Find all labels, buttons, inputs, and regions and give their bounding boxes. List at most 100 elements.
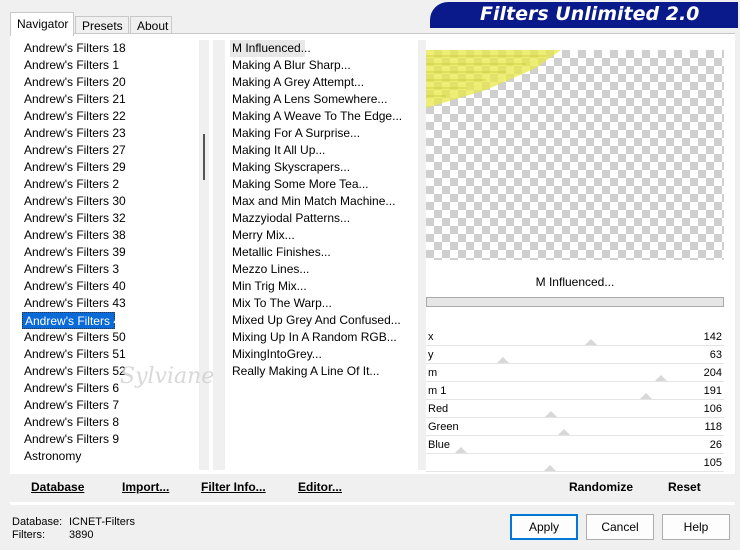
category-list-item[interactable]: Andrew's Filters 38 (22, 227, 197, 244)
slider-thumb[interactable] (640, 393, 652, 399)
category-list-item[interactable]: Andrew's Filters 39 (22, 244, 197, 261)
parameter-value: 118 (704, 421, 722, 433)
filters-count-label: Filters: (12, 529, 45, 541)
filter-list-item[interactable]: M Influenced... (230, 40, 311, 57)
parameter-slider[interactable]: m 1 191 (426, 382, 724, 400)
action-bar: Database Import... Filter Info... Editor… (10, 474, 735, 502)
parameter-value: 63 (709, 349, 722, 361)
slider-thumb[interactable] (585, 339, 597, 345)
category-list[interactable]: Andrew's Filters 18 Andrew's Filters 1 And… (22, 40, 197, 465)
editor-button[interactable]: Editor... (298, 480, 342, 494)
category-list-item[interactable]: Andrew's Filters 32 (22, 210, 197, 227)
filter-list[interactable]: M Influenced... Making A Blur Sharp... Mak… (230, 40, 425, 380)
parameter-slider[interactable]: x 142 (426, 328, 724, 346)
slider-thumb[interactable] (558, 429, 570, 435)
category-scrollbar[interactable] (199, 40, 209, 470)
filter-list-item[interactable]: Making A Lens Somewhere... (230, 91, 425, 108)
parameter-slider[interactable]: 105 (426, 454, 724, 472)
filter-list-item[interactable]: Making Some More Tea... (230, 176, 425, 193)
randomize-button[interactable]: Randomize (569, 480, 633, 494)
parameter-slider[interactable]: m 204 (426, 364, 724, 382)
filter-list-item[interactable]: Really Making A Line Of It... (230, 363, 425, 380)
import-button[interactable]: Import... (122, 480, 169, 494)
tab-navigator[interactable]: Navigator (10, 12, 74, 36)
category-list-item[interactable]: Andrew's Filters 3 (22, 261, 197, 278)
category-list-item[interactable]: Andrew's Filters 27 (22, 142, 197, 159)
category-list-item[interactable]: Andrew's Filters 2 (22, 176, 197, 193)
parameter-value: 105 (703, 457, 722, 469)
parameter-sliders: x 142 y 63 m 204 m 1 191 Red 106 Green 118 Blue 26 105 (426, 328, 724, 472)
filter-list-item[interactable]: Making A Grey Attempt... (230, 74, 425, 91)
filter-list-item[interactable]: Mixing Up In A Random RGB... (230, 329, 425, 346)
cancel-button[interactable]: Cancel (586, 514, 654, 540)
parameter-label: x (428, 331, 434, 343)
filter-list-item[interactable]: Making It All Up... (230, 142, 425, 159)
parameter-slider[interactable]: Red 106 (426, 400, 724, 418)
parameter-slider[interactable]: Green 118 (426, 418, 724, 436)
category-list-item[interactable]: Astronomy (22, 448, 197, 465)
banner-title: Filters Unlimited 2.0 (480, 3, 700, 25)
filter-list-item[interactable]: Making For A Surprise... (230, 125, 425, 142)
filter-list-item[interactable]: Mix To The Warp... (230, 295, 425, 312)
category-list-item[interactable]: Andrew's Filters 1 (22, 57, 197, 74)
category-list-item[interactable]: Andrew's Filters 30 (22, 193, 197, 210)
filter-list-item[interactable]: Mazzyiodal Patterns... (230, 210, 425, 227)
parameter-value: 142 (703, 331, 722, 343)
category-list-item[interactable]: Andrew's Filters 47 (22, 312, 127, 329)
parameter-label: m 1 (428, 385, 447, 397)
filter-list-item[interactable]: Merry Mix... (230, 227, 425, 244)
filter-list-item[interactable]: Making A Blur Sharp... (230, 57, 425, 74)
category-list-item[interactable]: Andrew's Filters 9 (22, 431, 197, 448)
parameter-label: Green (428, 421, 459, 433)
filter-list-item[interactable]: Mixed Up Grey And Confused... (230, 312, 425, 329)
slider-thumb[interactable] (455, 447, 467, 453)
filter-list-item[interactable]: Metallic Finishes... (230, 244, 425, 261)
parameter-value: 204 (703, 367, 722, 379)
slider-thumb[interactable] (655, 375, 667, 381)
database-label: Database: (12, 516, 63, 528)
parameter-slider[interactable]: y 63 (426, 346, 724, 364)
category-list-item[interactable]: Andrew's Filters 21 (22, 91, 197, 108)
category-list-item[interactable]: Andrew's Filters 29 (22, 159, 197, 176)
category-list-item[interactable]: Andrew's Filters 22 (22, 108, 197, 125)
preview-canvas (426, 50, 724, 260)
filter-list-item[interactable]: Making A Weave To The Edge... (230, 108, 425, 125)
parameter-slider[interactable]: Blue 26 (426, 436, 724, 454)
parameter-value: 26 (709, 439, 722, 451)
parameter-value: 106 (703, 403, 722, 415)
slider-thumb[interactable] (544, 465, 556, 471)
filters-count-value: 3890 (69, 529, 94, 541)
filter-list-item[interactable]: Making Skyscrapers... (230, 159, 425, 176)
parameter-label: Red (428, 403, 449, 415)
category-list-item[interactable]: Andrew's Filters 18 (22, 40, 197, 57)
reset-button[interactable]: Reset (668, 480, 701, 494)
filter-list-item[interactable]: Max and Min Match Machine... (230, 193, 425, 210)
filter-list-item[interactable]: MixingIntoGrey... (230, 346, 425, 363)
scrollbar-thumb[interactable] (203, 134, 205, 180)
slider-thumb[interactable] (497, 357, 509, 363)
list-separator (418, 40, 426, 470)
category-list-item[interactable]: Andrew's Filters 20 (22, 74, 197, 91)
apply-button[interactable]: Apply (510, 514, 578, 540)
category-list-item[interactable]: Andrew's Filters 43 (22, 295, 197, 312)
current-filter-name: M Influenced... (535, 275, 615, 289)
watermark-text: Sylviane (120, 364, 215, 389)
category-list-item[interactable]: Andrew's Filters 50 (22, 329, 197, 346)
category-list-item[interactable]: Andrew's Filters 51 (22, 346, 197, 363)
slider-thumb[interactable] (545, 411, 557, 417)
category-list-item[interactable]: Andrew's Filters 7 (22, 397, 197, 414)
category-list-item[interactable]: Andrew's Filters 40 (22, 278, 197, 295)
list-separator (213, 40, 225, 470)
parameter-label: m (428, 367, 438, 379)
parameter-value: 191 (703, 385, 722, 397)
progress-bar (426, 297, 724, 307)
filter-list-item[interactable]: Min Trig Mix... (230, 278, 425, 295)
filter-list-item[interactable]: Mezzo Lines... (230, 261, 425, 278)
filter-info-button[interactable]: Filter Info... (201, 480, 266, 494)
database-button[interactable]: Database (31, 480, 84, 494)
help-button[interactable]: Help (662, 514, 730, 540)
category-list-item[interactable]: Andrew's Filters 23 (22, 125, 197, 142)
database-info: Database: ICNET-Filters Filters: 3890 (12, 516, 135, 542)
database-value: ICNET-Filters (69, 516, 135, 528)
category-list-item[interactable]: Andrew's Filters 8 (22, 414, 197, 431)
